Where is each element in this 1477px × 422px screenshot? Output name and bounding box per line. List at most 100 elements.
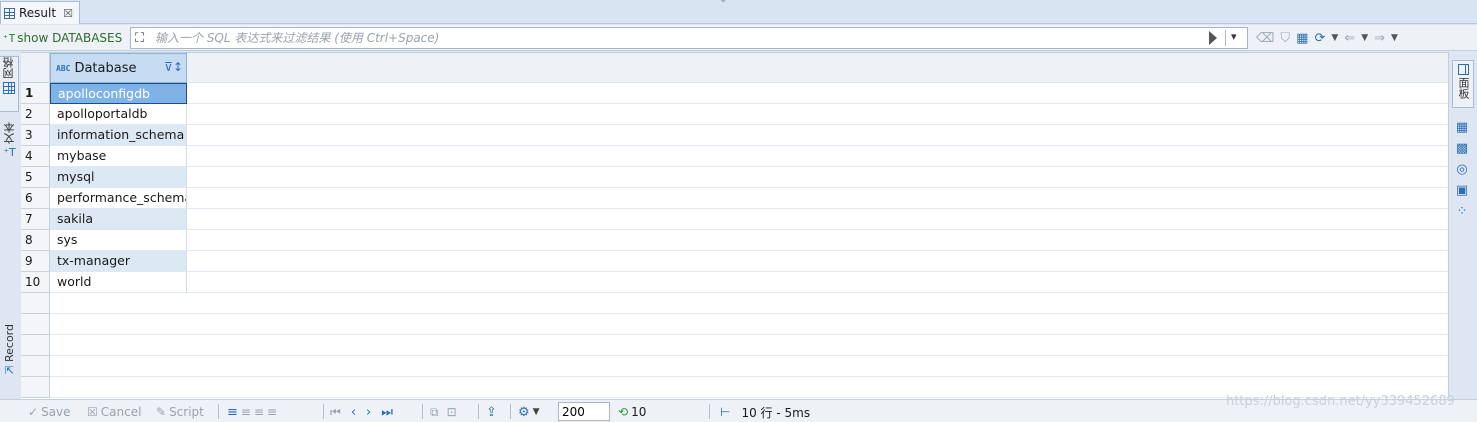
forward-arrow-icon[interactable]: ⇒ bbox=[1374, 31, 1385, 46]
table-row[interactable]: 8 sys bbox=[21, 230, 1448, 251]
result-grid: ABC Database ⊽↕ 1 apolloconfigdb 2 apoll… bbox=[21, 52, 1448, 399]
forward-dropdown-icon[interactable]: ▼ bbox=[1391, 33, 1398, 43]
row-number[interactable]: 2 bbox=[21, 104, 50, 125]
status-text: 10 行 - 5ms bbox=[741, 405, 811, 420]
save-button[interactable]: ✓ Save bbox=[28, 403, 71, 421]
apply-filter-icon[interactable] bbox=[1209, 31, 1217, 45]
row-number[interactable]: 10 bbox=[21, 272, 50, 293]
row-number[interactable]: 7 bbox=[21, 209, 50, 230]
drag-handle-icon[interactable]: ⌄ bbox=[719, 0, 727, 5]
result-tab-title: Result bbox=[19, 6, 57, 20]
cell-database[interactable]: information_schema bbox=[50, 125, 187, 146]
values-icon[interactable]: ◎ bbox=[1454, 162, 1470, 178]
tab-panels[interactable]: 面板 bbox=[1452, 60, 1474, 108]
tab-record[interactable]: Record ⇱ bbox=[0, 324, 19, 390]
eraser-icon[interactable]: ⌫ bbox=[1256, 31, 1274, 46]
table-row[interactable]: 6 performance_schema bbox=[21, 188, 1448, 209]
last-row-icon[interactable]: ⏭ bbox=[381, 405, 393, 420]
cell-database[interactable]: apolloconfigdb bbox=[50, 83, 187, 104]
settings-dropdown-icon: ▼ bbox=[532, 407, 540, 417]
expand-icon[interactable]: ⛶ bbox=[135, 31, 144, 46]
edit-row-icon[interactable]: ≡ bbox=[227, 405, 238, 420]
cell-database[interactable]: apolloportaldb bbox=[50, 104, 187, 125]
cell-database[interactable]: world bbox=[50, 272, 187, 293]
back-dropdown-icon[interactable]: ▼ bbox=[1361, 33, 1368, 43]
query-label[interactable]: ⁺T show DATABASES bbox=[2, 28, 122, 48]
first-row-icon[interactable]: ⏮ bbox=[330, 405, 341, 420]
row-number[interactable]: 1 bbox=[21, 83, 50, 104]
export-button[interactable]: ⇪ bbox=[486, 403, 497, 421]
add-row-icon[interactable]: ≡ bbox=[241, 405, 251, 419]
auto-refresh-dropdown-icon[interactable]: ▼ bbox=[1331, 33, 1338, 43]
column-header-label: Database bbox=[74, 60, 137, 76]
toolbar-divider bbox=[478, 404, 479, 419]
tab-grid-label: 网格 bbox=[2, 57, 15, 79]
table-row[interactable]: 4 mybase bbox=[21, 146, 1448, 167]
copy-row-icon[interactable]: ≡ bbox=[254, 405, 264, 419]
filter-settings-icon[interactable]: ⛉ bbox=[1280, 31, 1290, 46]
row-number[interactable]: 4 bbox=[21, 146, 50, 167]
next-row-icon[interactable]: › bbox=[366, 405, 371, 420]
row-number[interactable]: 9 bbox=[21, 251, 50, 272]
row-number[interactable]: 6 bbox=[21, 188, 50, 209]
empty-row bbox=[21, 335, 1448, 356]
navigation-tools: ⏮ ‹ › ⏭ bbox=[330, 403, 393, 421]
filter-sort-icon[interactable]: ⊽↕ bbox=[164, 60, 183, 74]
row-number[interactable]: 5 bbox=[21, 167, 50, 188]
result-tab[interactable]: Result ☒ bbox=[0, 1, 80, 24]
script-icon: ✎ bbox=[156, 405, 167, 419]
settings-button[interactable]: ⚙ ▼ bbox=[518, 403, 540, 421]
row-number[interactable]: 3 bbox=[21, 125, 50, 146]
filter-tools: ⌫ ⛉ ▦ ⟳ ▼ ⇐ ▼ ⇒ ▼ bbox=[1256, 29, 1398, 47]
script-label: Script bbox=[169, 405, 204, 419]
filter-history-dropdown-icon[interactable]: ▾ bbox=[1231, 30, 1237, 43]
tab-panels-label: 面板 bbox=[1457, 77, 1470, 99]
cell-database[interactable]: performance_schema bbox=[50, 188, 187, 209]
filter-box: ⛶ ▾ bbox=[130, 27, 1248, 49]
save-label: Save bbox=[41, 405, 71, 419]
cancel-button[interactable]: ☒ Cancel bbox=[87, 403, 141, 421]
detach-icon[interactable]: ⧉ bbox=[430, 405, 439, 420]
row-number[interactable]: 8 bbox=[21, 230, 50, 251]
left-view-tabs: 网格 文本 ⁺T Record ⇱ bbox=[0, 52, 20, 399]
filter-bar: ⁺T show DATABASES ⛶ ▾ ⌫ ⛉ ▦ ⟳ ▼ ⇐ ▼ ⇒ ▼ bbox=[0, 25, 1477, 51]
table-row[interactable]: 7 sakila bbox=[21, 209, 1448, 230]
delete-row-icon[interactable]: ≡ bbox=[267, 405, 277, 419]
table-row[interactable]: 3 information_schema bbox=[21, 125, 1448, 146]
script-button[interactable]: ✎ Script bbox=[156, 403, 204, 421]
cell-database[interactable]: mysql bbox=[50, 167, 187, 188]
cell-database[interactable]: mybase bbox=[50, 146, 187, 167]
grid-corner[interactable] bbox=[21, 53, 50, 83]
groups-icon[interactable]: ⁘ bbox=[1454, 204, 1470, 220]
refresh-panel-icon[interactable]: ▦ bbox=[1296, 31, 1308, 46]
table-row[interactable]: 2 apolloportaldb bbox=[21, 104, 1448, 125]
empty-row-number bbox=[21, 356, 50, 377]
checker-grid-icon[interactable]: ▩ bbox=[1454, 141, 1470, 157]
close-icon[interactable]: ☒ bbox=[63, 7, 73, 20]
back-arrow-icon[interactable]: ⇐ bbox=[1344, 31, 1355, 46]
text-icon: ⁺T bbox=[3, 146, 16, 159]
fetch-all-button[interactable]: ⟲ 10 bbox=[618, 403, 646, 421]
cell-database[interactable]: sys bbox=[50, 230, 187, 251]
tab-text[interactable]: 文本 ⁺T bbox=[0, 122, 19, 168]
previous-row-icon[interactable]: ‹ bbox=[351, 405, 356, 420]
filter-input[interactable] bbox=[155, 29, 1195, 47]
table-row[interactable]: 9 tx-manager bbox=[21, 251, 1448, 272]
header-empty-area bbox=[187, 53, 1448, 83]
table-row[interactable]: 1 apolloconfigdb bbox=[21, 83, 1448, 104]
tab-record-label: Record bbox=[3, 324, 16, 363]
table-row[interactable]: 5 mysql bbox=[21, 167, 1448, 188]
cell-database[interactable]: sakila bbox=[50, 209, 187, 230]
panel-icon bbox=[1457, 64, 1469, 75]
cell-database[interactable]: tx-manager bbox=[50, 251, 187, 272]
fit-icon[interactable]: ⊡ bbox=[447, 405, 457, 419]
fetch-size-input[interactable] bbox=[558, 402, 610, 421]
bottom-toolbar: ✓ Save ☒ Cancel ✎ Script ≡ ≡ ≡ ≡ ⏮ ‹ › ⏭… bbox=[0, 399, 1477, 422]
layout-panel-icon[interactable]: ▣ bbox=[1454, 183, 1470, 199]
column-header-database[interactable]: ABC Database ⊽↕ bbox=[50, 53, 187, 83]
table-row[interactable]: 10 world bbox=[21, 272, 1448, 293]
tab-grid[interactable]: 网格 bbox=[0, 56, 19, 112]
empty-row bbox=[21, 314, 1448, 335]
calendar-grid-icon[interactable]: ▦ bbox=[1454, 120, 1470, 136]
auto-refresh-icon[interactable]: ⟳ bbox=[1314, 31, 1325, 46]
